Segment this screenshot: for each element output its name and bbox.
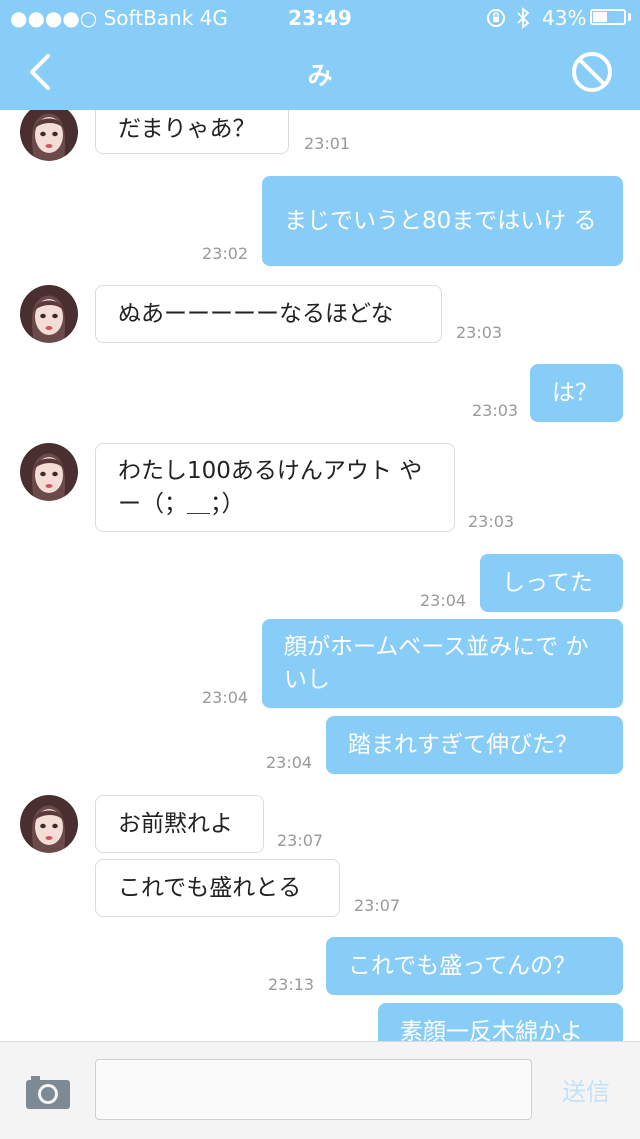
message-timestamp: 23:04 (420, 591, 467, 610)
avatar[interactable] (20, 110, 78, 161)
incoming-message-bubble[interactable]: わたし100あるけんアウト やー（；＿；） (95, 443, 455, 532)
camera-button[interactable] (25, 1074, 71, 1110)
battery-percent: 43% (542, 6, 587, 30)
chat-title: み (307, 61, 333, 90)
message-timestamp: 23:02 (202, 244, 249, 263)
avatar[interactable] (20, 443, 78, 501)
message-timestamp: 23:13 (268, 975, 315, 994)
message-timestamp: 23:04 (202, 688, 249, 707)
bluetooth-icon (515, 6, 531, 34)
outgoing-message-bubble[interactable]: これでも盛ってんの？ (326, 937, 623, 995)
incoming-message-bubble[interactable]: だまりゃあ？ (95, 110, 289, 154)
incoming-message-bubble[interactable]: ぬあーーーーーなるほどな (95, 285, 442, 343)
message-timestamp: 23:07 (354, 896, 401, 915)
block-icon (572, 52, 612, 92)
incoming-message-bubble[interactable]: これでも盛れとる (95, 859, 340, 917)
avatar[interactable] (20, 795, 78, 853)
outgoing-message-bubble[interactable]: 素顔一反木綿かよ (378, 1003, 623, 1041)
battery-icon (590, 9, 626, 25)
message-timestamp: 23:01 (304, 134, 351, 153)
send-button[interactable]: 送信 (556, 1072, 616, 1107)
message-timestamp: 23:03 (468, 512, 515, 531)
message-timestamp: 23:03 (456, 323, 503, 342)
block-button[interactable] (570, 50, 614, 94)
message-input[interactable] (95, 1059, 532, 1120)
camera-icon (26, 1076, 70, 1109)
composer-bar: 送信 (0, 1041, 640, 1139)
outgoing-message-bubble[interactable]: 踏まれすぎて伸びた？ (326, 716, 623, 774)
outgoing-message-bubble[interactable]: 顔がホームベース並みにで かいし (262, 619, 623, 708)
message-timestamp: 23:07 (277, 831, 324, 850)
outgoing-message-bubble[interactable]: まじでいうと80まではいけ る (262, 176, 623, 266)
message-timestamp: 23:03 (472, 401, 519, 420)
message-list[interactable]: だまりゃあ？ 23:01 まじでいうと80まではいけ る 23:02 ぬあーーーーーなる… (0, 110, 640, 1041)
incoming-message-bubble[interactable]: お前黙れよ (95, 795, 264, 853)
outgoing-message-bubble[interactable]: は？ (530, 364, 623, 422)
orientation-lock-icon (486, 8, 506, 32)
avatar[interactable] (20, 285, 78, 343)
app-header: ●●●●○ SoftBank 4G 23:49 43% み (0, 0, 640, 110)
message-timestamp: 23:04 (266, 753, 313, 772)
outgoing-message-bubble[interactable]: しってた (480, 554, 623, 612)
